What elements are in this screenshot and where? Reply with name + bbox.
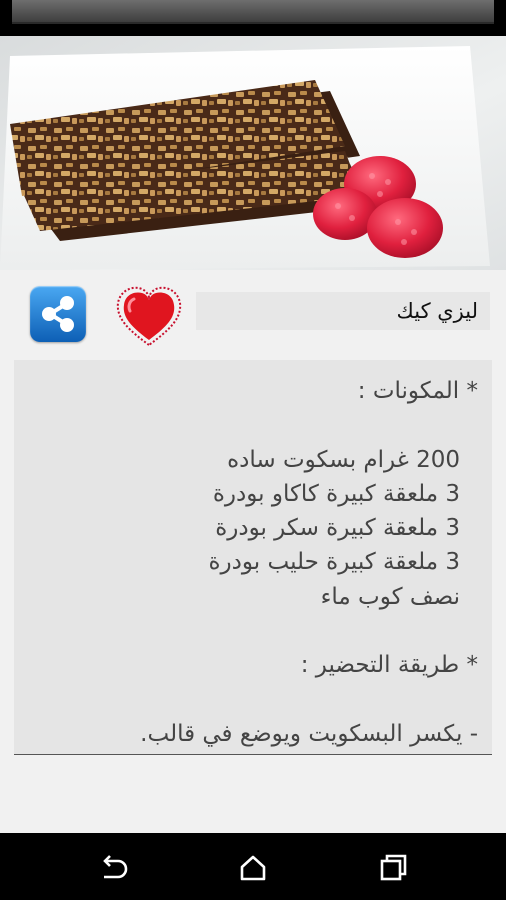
back-icon xyxy=(103,855,128,879)
recents-icon xyxy=(380,854,407,881)
share-icon xyxy=(42,296,74,332)
recipe-image xyxy=(0,36,506,270)
share-button[interactable] xyxy=(30,286,86,342)
recipe-photo xyxy=(0,36,506,270)
ingredient-item: 200 غرام بسكوت ساده xyxy=(227,446,460,473)
recipe-content[interactable]: * المكونات : 200 غرام بسكوت ساده 3 ملعقة… xyxy=(14,360,492,755)
status-bar-strip xyxy=(12,0,494,24)
ingredients-heading: * المكونات : xyxy=(357,378,478,404)
navigation-bar xyxy=(0,833,506,900)
ingredient-item: 3 ملعقة كبيرة حليب بودرة xyxy=(208,549,461,576)
recents-button[interactable] xyxy=(376,851,410,885)
status-bar xyxy=(0,0,506,36)
recipe-text: * المكونات : 200 غرام بسكوت ساده 3 ملعقة… xyxy=(14,360,492,751)
heart-icon xyxy=(116,286,182,347)
ingredient-item: 3 ملعقة كبيرة كاكاو بودرة xyxy=(212,480,460,507)
method-heading: * طريقة التحضير : xyxy=(300,652,478,679)
back-button[interactable] xyxy=(96,851,130,885)
home-icon xyxy=(240,855,266,881)
favorite-button[interactable] xyxy=(112,281,186,351)
method-step: - يكسر البسكويت ويوضع في قالب. xyxy=(140,720,478,747)
recipe-title: ليزي كيك xyxy=(196,292,490,330)
ingredient-item: 3 ملعقة كبيرة سكر بودرة xyxy=(215,515,460,542)
ingredient-item: نصف كوب ماء xyxy=(320,583,460,610)
home-button[interactable] xyxy=(236,851,270,885)
